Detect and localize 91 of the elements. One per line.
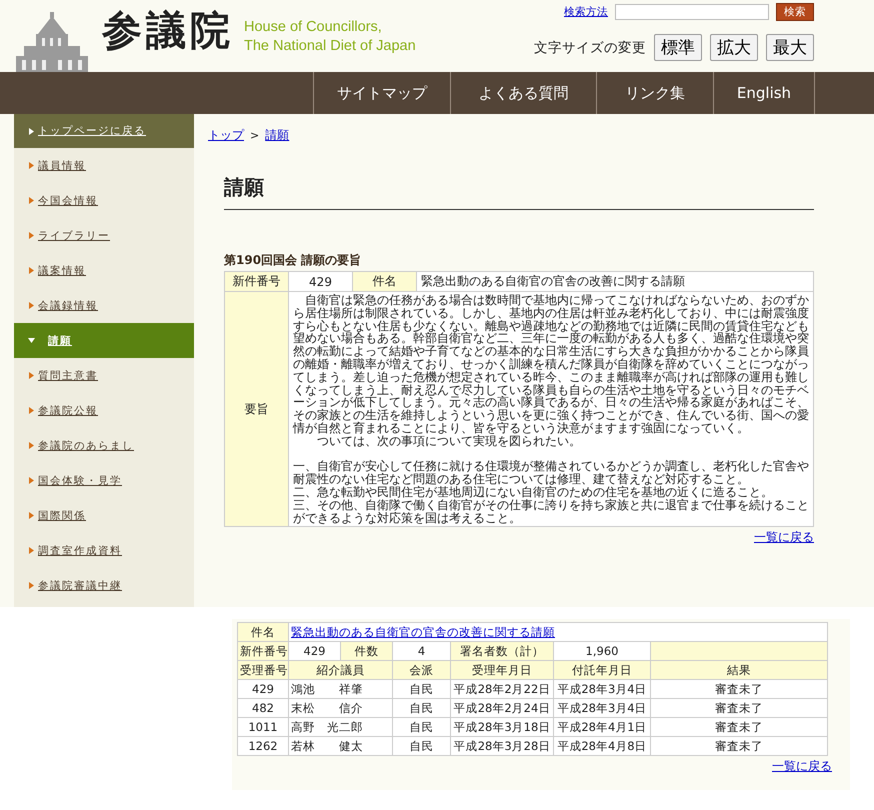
sidebar-link[interactable]: 調査室作成資料	[38, 544, 122, 558]
table-cell: 平成28年3月4日	[554, 680, 650, 698]
label-cell: 件名	[238, 622, 288, 642]
column-header: 紹介議員	[288, 660, 392, 680]
table-cell: 平成28年3月18日	[450, 718, 554, 736]
label-cell: 件名	[352, 272, 416, 292]
page-title: 請願	[224, 174, 265, 201]
table-cell: 自民	[392, 718, 450, 736]
table-cell: 審査未了	[650, 736, 828, 756]
table-cell: 482	[238, 698, 288, 718]
gist-paragraph: 三、その他、自衛隊で働く自衛官がその仕事に誇りを持ち家族と共に退官まで仕事を続けることができるような対応策を国は考えること。	[293, 498, 809, 524]
label-cell: 署名者数（計）	[450, 642, 554, 660]
subject-cell: 緊急出動のある自衛官の官舎の改善に関する請願	[416, 272, 814, 292]
gist-paragraph: 一、自衛官が安心して任務に就ける住環境が整備されているかどうか調査し、老朽化した官舎や耐震性のない住宅など問題のある住宅については修理、建て替えなど対応すること。	[293, 460, 809, 486]
sidebar-link[interactable]: 国会体験・見学	[38, 474, 122, 488]
arrow-right-icon	[28, 547, 35, 554]
logo-english-text: House of Councillors,	[244, 18, 383, 37]
font-size-label: 文字サイズの変更	[534, 38, 646, 56]
back-to-list-link[interactable]: 一覧に戻る	[754, 529, 814, 546]
arrow-right-icon	[28, 372, 35, 379]
sidebar-link[interactable]: 参議院審議中継	[38, 578, 122, 592]
gist-paragraph: ついては、次の事項について実現を図られたい。	[317, 434, 582, 448]
arrow-right-icon	[28, 162, 35, 169]
table-cell: 平成28年2月22日	[450, 680, 554, 698]
arrow-right-icon	[28, 407, 35, 414]
label-cell: 要旨	[224, 292, 288, 527]
arrow-right-icon	[28, 197, 35, 204]
sidebar-link[interactable]: ライブラリー	[38, 228, 110, 242]
caret-down-icon	[28, 337, 35, 344]
sidebar-link[interactable]: 議員情報	[38, 158, 86, 172]
search-button[interactable]: 検索	[776, 3, 814, 21]
table-cell: 平成28年4月1日	[554, 718, 650, 736]
table-cell: 429	[238, 680, 288, 698]
table-cell: 429	[288, 642, 340, 660]
table-cell: 1262	[238, 736, 288, 756]
sidebar-link[interactable]: 今国会情報	[38, 194, 98, 208]
arrow-right-icon	[28, 232, 35, 239]
column-header: 受理年月日	[450, 660, 554, 680]
sidebar-link[interactable]: 議案情報	[38, 264, 86, 278]
arrow-right-icon	[28, 512, 35, 519]
column-header: 会派	[392, 660, 450, 680]
arrow-right-icon	[28, 582, 35, 589]
table-cell: 自民	[392, 736, 450, 756]
section-heading: 第190回国会 請願の要旨	[224, 252, 362, 269]
label-cell: 件数	[340, 642, 392, 660]
table-cell: 平成28年4月8日	[554, 736, 650, 756]
arrow-right-icon	[28, 302, 35, 309]
font-size-button[interactable]: 最大	[766, 34, 814, 61]
sidebar-link[interactable]: 国際関係	[38, 508, 86, 522]
table-cell: 1011	[238, 718, 288, 736]
sidebar-link[interactable]: 請願	[48, 334, 72, 348]
table-cell: 平成28年2月24日	[450, 698, 554, 718]
arrow-right-icon	[28, 267, 35, 274]
breadcrumb-separator: >	[250, 129, 260, 142]
logo-english-text: The National Diet of Japan	[244, 37, 416, 56]
font-size-button[interactable]: 標準	[654, 34, 702, 61]
table-cell: 1,960	[554, 642, 650, 660]
gist-paragraph: 二、急な転勤や民間住宅が基地周辺にない自衛官のための住宅を基地の近くに造ること。	[293, 486, 774, 499]
table-cell: 審査未了	[650, 698, 828, 718]
search-field[interactable]	[615, 4, 769, 20]
table-cell: 平成28年3月28日	[450, 736, 554, 756]
arrow-right-icon	[28, 477, 35, 484]
column-header: 受理番号	[238, 660, 288, 680]
arrow-right-icon	[28, 442, 35, 449]
sidebar-link[interactable]: 質問主意書	[38, 368, 98, 382]
back-to-list-link[interactable]: 一覧に戻る	[772, 758, 832, 775]
table-cell: 審査未了	[650, 680, 828, 698]
label-cell: 新件番号	[238, 642, 288, 660]
sidebar-link[interactable]: 参議院のあらまし	[38, 438, 134, 452]
font-size-button[interactable]: 拡大	[710, 34, 758, 61]
label-cell: 新件番号	[224, 272, 288, 292]
search-help-link[interactable]: 検索方法	[564, 5, 608, 19]
sidebar-link[interactable]: 参議院公報	[38, 404, 98, 418]
arrow-right-icon	[28, 128, 35, 134]
table-cell: 若林 健太	[288, 736, 392, 756]
table-cell: 末松 信介	[288, 698, 392, 718]
column-header: 付託年月日	[554, 660, 650, 680]
table-cell: 自民	[392, 680, 450, 698]
sidebar-link[interactable]: 会議録情報	[38, 298, 98, 312]
gist-paragraph: 自衛官は緊急の任務がある場合は数時間で基地内に帰ってこなければならないため、おのずから居住場所は制限されている。しかし、基地内の住居は軒並み老朽化しており、中には耐震強度すら心もとない住居も少なくない。離島や過疎地などの勤務地では近隣に民間の賃貸住宅なども望めない場合もある。幹部自衛官など二、三年に一度の転勤がある人も多く、過酷な住環境や突然の転勤によって結婚や子育てなどの基本的な日常生活にすら大きな負担がかかることから隊員の離婚・離職率が増えており、せっかく訓練を積んだ隊員が自衛隊を辞めていくことにつながってしまう。差し迫った危機が想定されている昨今、このまま離職率が高ければ部隊の運用も難しくなってしまう上、耐え忍んで尽力している隊員も自らの生活や土地を守るという日々のモチベーションが低下してしまう。元々志の高い隊員であるが、日々の生活や帰る家庭があればこそ、その家族との生活を維持しようという思いを更に強く持つことができ、住んでいる街、国への愛情が自然と育まれることにより、皆を守るという決意がますます強固になっていく。	[293, 294, 809, 435]
table-cell: 高野 光二郎	[288, 718, 392, 736]
table-cell: 鴻池 祥肇	[288, 680, 392, 698]
table-cell: 4	[392, 642, 450, 660]
number-cell: 429	[288, 272, 352, 292]
breadcrumb-link[interactable]: 請願	[265, 127, 290, 144]
logo-text[interactable]: 参議院	[102, 3, 234, 58]
table-cell: 平成28年3月4日	[554, 698, 650, 718]
table-cell: 自民	[392, 698, 450, 718]
breadcrumb-link[interactable]: トップ	[208, 127, 244, 144]
column-header: 結果	[650, 660, 828, 680]
table-cell: 審査未了	[650, 718, 828, 736]
